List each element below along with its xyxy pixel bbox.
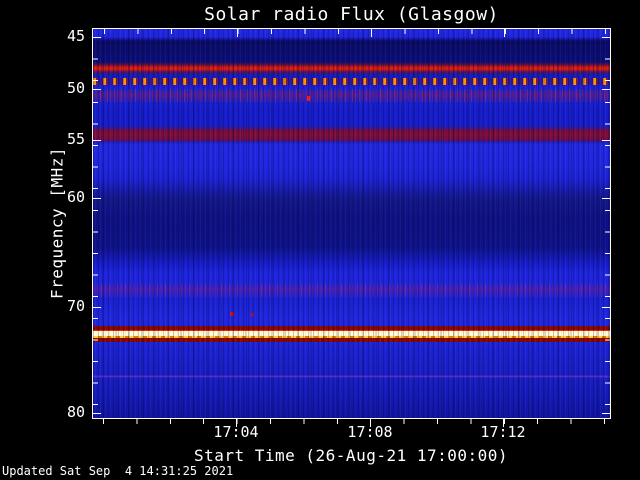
y-major-tick-right-45	[602, 37, 610, 38]
y-tick-label-70: 70	[0, 296, 85, 316]
y-major-tick-60	[93, 198, 101, 199]
x-major-tick-top-1708	[371, 29, 372, 37]
x-major-tick-top-1712	[504, 29, 505, 37]
x-tick-label-1712: 17:12	[463, 423, 543, 441]
y-tick-label-50: 50	[0, 78, 85, 98]
x-major-tick-top-1704	[237, 29, 238, 37]
y-major-tick-45	[93, 37, 101, 38]
x-tick-label-1708: 17:08	[330, 423, 410, 441]
y-tick-label-45: 45	[0, 26, 85, 46]
y-major-tick-70	[93, 307, 101, 308]
x-axis-title: Start Time (26-Aug-21 17:00:00)	[120, 446, 582, 465]
chart-title: Solar radio Flux (Glasgow)	[92, 4, 611, 25]
y-tick-label-80: 80	[0, 402, 85, 422]
y-major-tick-right-70	[602, 307, 610, 308]
y-tick-label-55: 55	[0, 129, 85, 149]
y-axis-title: Frequency [MHz]	[48, 147, 67, 299]
y-axis-right-minor-ticks	[605, 29, 610, 418]
x-axis-top-minor-ticks	[93, 29, 610, 34]
plot-area	[92, 28, 611, 419]
y-major-tick-right-80	[602, 413, 610, 414]
noise-texture-overlay	[93, 29, 610, 418]
y-major-tick-right-55	[602, 140, 610, 141]
y-major-tick-right-60	[602, 198, 610, 199]
y-major-tick-80	[93, 413, 101, 414]
spectrogram-page: Solar radio Flux (Glasgow) Frequency [MH…	[0, 0, 640, 480]
y-axis-left-minor-ticks	[93, 29, 98, 418]
y-major-tick-55	[93, 140, 101, 141]
updated-timestamp: Updated Sat Sep 4 14:31:25 2021	[2, 464, 233, 478]
x-tick-label-1704: 17:04	[196, 423, 276, 441]
y-major-tick-50	[93, 89, 101, 90]
y-major-tick-right-50	[602, 89, 610, 90]
y-tick-label-60: 60	[0, 187, 85, 207]
